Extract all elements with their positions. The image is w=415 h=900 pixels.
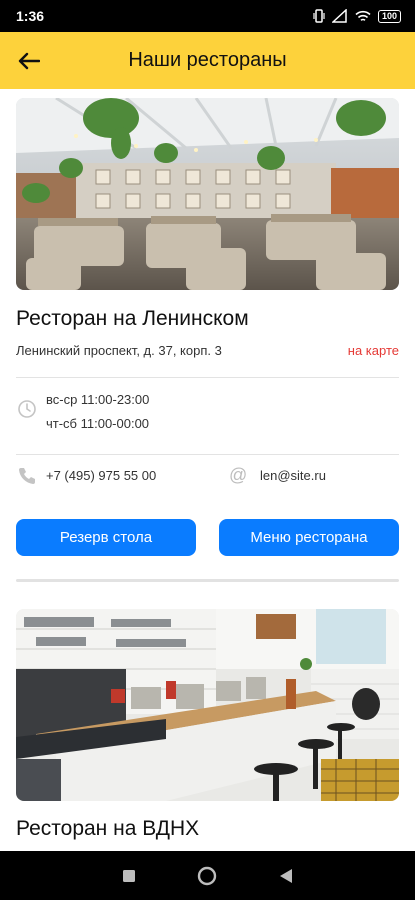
- status-bar: 1:36 100: [0, 0, 415, 32]
- hours-line-1: вс-ср 11:00-23:00: [46, 392, 150, 407]
- reserve-table-button[interactable]: Резерв стола: [16, 519, 196, 556]
- vibrate-icon: [313, 9, 325, 23]
- restaurant-address: Ленинский проспект, д. 37, корп. 3: [16, 343, 222, 358]
- triangle-icon: [279, 868, 292, 883]
- status-icons: 100: [313, 9, 401, 23]
- back-nav-button[interactable]: [274, 864, 298, 888]
- battery-icon: 100: [377, 9, 401, 23]
- at-icon: @: [229, 465, 248, 485]
- restaurant-name[interactable]: Ресторан на ВДНХ: [16, 817, 199, 841]
- map-link[interactable]: на карте: [348, 343, 399, 358]
- status-time: 1:36: [16, 8, 45, 24]
- back-arrow-icon: [18, 52, 40, 70]
- clock-icon: [18, 400, 36, 418]
- phone-icon: [19, 468, 35, 484]
- hours-line-2: чт-сб 11:00-00:00: [46, 416, 150, 431]
- page-title: Наши рестораны: [128, 49, 287, 71]
- divider: [16, 454, 399, 455]
- app-bar: Наши рестораны: [0, 32, 415, 89]
- system-nav-bar: [0, 851, 415, 900]
- restaurant-menu-button[interactable]: Меню ресторана: [219, 519, 399, 556]
- circle-icon: [198, 866, 217, 885]
- restaurant-list[interactable]: Ресторан на Ленинском Ленинский проспект…: [0, 89, 415, 851]
- back-button[interactable]: [14, 46, 44, 76]
- restaurant-photo[interactable]: [16, 609, 399, 801]
- phone-number[interactable]: +7 (495) 975 55 00: [46, 468, 156, 483]
- divider: [16, 377, 399, 378]
- square-icon: [123, 869, 136, 882]
- section-separator: [16, 579, 399, 582]
- email-address[interactable]: len@site.ru: [260, 468, 326, 483]
- wifi-icon: [355, 10, 371, 21]
- restaurant-name[interactable]: Ресторан на Ленинском: [16, 307, 249, 331]
- signal-icon: [331, 9, 347, 23]
- recents-button[interactable]: [117, 864, 141, 888]
- restaurant-photo[interactable]: [16, 98, 399, 290]
- home-button[interactable]: [195, 864, 219, 888]
